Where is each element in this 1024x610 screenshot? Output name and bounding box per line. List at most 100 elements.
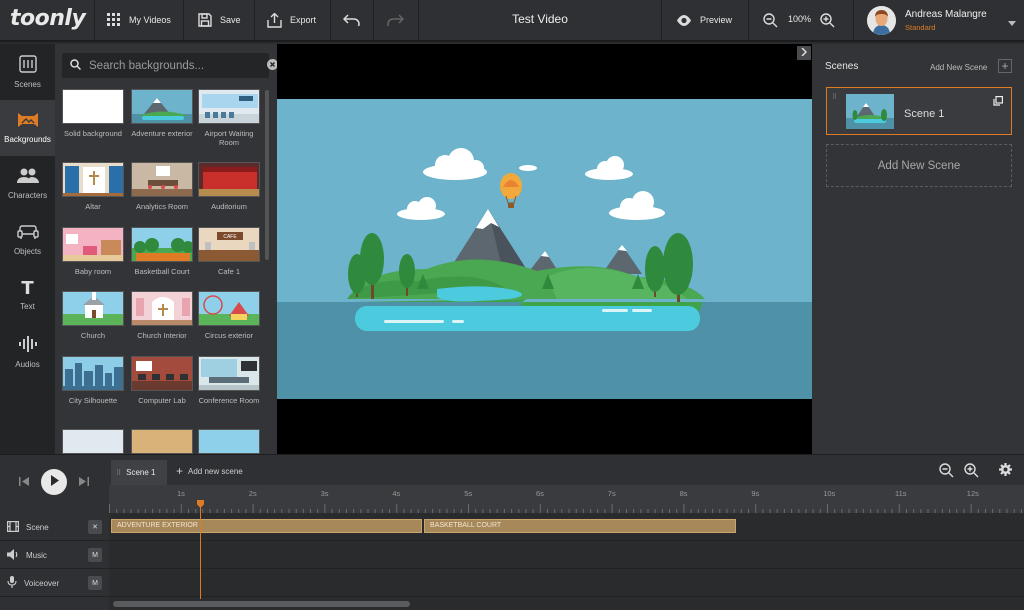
sidebar-item-label: Text <box>20 302 35 311</box>
thumbnail-image <box>62 162 124 197</box>
chevron-down-icon[interactable] <box>1008 17 1016 29</box>
background-thumbnail-city-silhouette[interactable]: City Silhouette <box>60 356 126 405</box>
drag-handle-icon: ⠿ <box>116 469 122 477</box>
mute-button[interactable]: M <box>88 548 102 562</box>
clip-basketball-court[interactable]: BASKETBALL COURT <box>424 519 736 533</box>
add-new-scene-button[interactable]: Add New Scene <box>826 144 1012 187</box>
redo-button[interactable] <box>387 0 404 40</box>
background-thumbnail-partial[interactable] <box>198 429 260 454</box>
tick-label: 1s <box>177 489 185 498</box>
zoom-out-icon[interactable] <box>939 463 954 481</box>
background-thumbnail-partial[interactable] <box>131 429 193 454</box>
export-button[interactable]: Export <box>267 0 316 40</box>
avatar[interactable] <box>867 6 896 35</box>
film-icon <box>7 520 20 534</box>
panel-scrollbar[interactable] <box>265 90 269 260</box>
sidebar-item-audios[interactable]: Audios <box>0 324 55 380</box>
background-thumbnail-analytics-room[interactable]: Analytics Room <box>129 162 195 211</box>
timeline-scrollbar[interactable] <box>113 601 410 607</box>
my-videos-button[interactable]: My Videos <box>107 0 171 40</box>
clip-adventure-exterior[interactable]: ADVENTURE EXTERIOR <box>111 519 422 533</box>
speaker-icon <box>7 548 19 562</box>
undo-button[interactable] <box>343 0 360 40</box>
search-box[interactable] <box>62 53 278 78</box>
search-input[interactable] <box>89 59 239 72</box>
add-new-scene-link[interactable]: Add New Scene <box>930 63 987 72</box>
background-thumbnail-church[interactable]: Church <box>60 291 126 340</box>
gear-icon[interactable] <box>999 463 1012 479</box>
my-videos-label: My Videos <box>129 15 171 25</box>
panel-toggle-button[interactable] <box>797 46 811 60</box>
background-thumbnail-basketball-court[interactable]: Basketball Court <box>129 227 195 276</box>
tick-label: 5s <box>464 489 473 498</box>
zoom-out-button[interactable] <box>763 0 778 40</box>
thumbnail-label: Solid background <box>64 129 122 138</box>
background-thumbnail-partial[interactable] <box>62 429 124 454</box>
tick-label: 7s <box>607 489 616 498</box>
background-thumbnail-circus-exterior[interactable]: Circus exterior <box>196 291 262 340</box>
plus-icon[interactable]: + <box>998 59 1012 73</box>
background-thumbnail-church-interior[interactable]: Church Interior <box>129 291 195 340</box>
scenes-icon <box>18 55 37 75</box>
mute-button[interactable]: M <box>88 576 102 590</box>
add-new-scene-tab[interactable]: + Add new scene <box>176 464 243 478</box>
thumbnail-label: Conference Room <box>198 396 260 405</box>
play-button[interactable] <box>41 469 67 495</box>
track-name: Voiceover <box>24 578 60 588</box>
background-thumbnail-altar[interactable]: Altar <box>60 162 126 211</box>
playhead[interactable] <box>200 501 201 599</box>
sidebar-item-backgrounds[interactable]: Backgrounds <box>0 100 55 156</box>
tick-label: 10s <box>823 489 836 498</box>
preview-label: Preview <box>700 15 733 25</box>
zoom-in-icon[interactable] <box>964 463 979 481</box>
background-thumbnail-cafe-1[interactable]: CAFE Cafe 1 <box>196 227 262 276</box>
tick-label: 12s <box>966 489 979 498</box>
scenes-panel: Scenes Add New Scene + ⠿ Scene 1 Add New… <box>812 44 1024 454</box>
thumbnail-image <box>198 162 260 197</box>
skip-forward-icon[interactable] <box>78 477 89 489</box>
grid-icon <box>107 13 121 27</box>
export-icon <box>267 12 282 28</box>
sidebar-item-scenes[interactable]: Scenes <box>0 44 55 100</box>
background-thumbnail-auditorium[interactable]: Auditorium <box>196 162 262 211</box>
sidebar-item-label: Scenes <box>14 80 41 89</box>
sidebar-item-label: Audios <box>15 360 40 369</box>
top-toolbar: toonly My Videos Save Export Test Video … <box>0 0 1024 42</box>
plus-icon: + <box>176 464 184 478</box>
duplicate-icon[interactable] <box>993 96 1004 109</box>
export-label: Export <box>290 15 317 25</box>
background-thumbnail-baby-room[interactable]: Baby room <box>60 227 126 276</box>
background-thumbnail-adventure-exterior[interactable]: Adventure exterior <box>129 89 195 138</box>
drag-handle-icon[interactable]: ⠿ <box>832 93 837 101</box>
tick-label: 2s <box>248 489 257 498</box>
skip-back-icon[interactable] <box>19 477 30 489</box>
tab-scene-1[interactable]: ⠿ Scene 1 <box>111 460 167 485</box>
background-thumbnail-computer-lab[interactable]: Computer Lab <box>129 356 195 405</box>
sidebar-item-objects[interactable]: Objects <box>0 212 55 268</box>
preview-button[interactable]: Preview <box>676 0 732 40</box>
save-button[interactable]: Save <box>198 0 241 40</box>
canvas-stage <box>277 44 812 454</box>
save-icon <box>198 13 212 27</box>
time-ruler[interactable] <box>109 485 1024 518</box>
thumbnail-label: Baby room <box>74 267 112 276</box>
save-label: Save <box>220 15 241 25</box>
track-collapse-button[interactable]: ✕ <box>88 520 102 534</box>
scene-thumbnail <box>846 94 894 129</box>
tick-label: 6s <box>536 489 544 498</box>
thumbnail-label: Altar <box>85 202 101 211</box>
sidebar-item-text[interactable]: T Text <box>0 268 55 324</box>
zoom-in-button[interactable] <box>820 0 835 40</box>
project-title[interactable]: Test Video <box>470 12 610 26</box>
app-logo[interactable]: toonly <box>10 6 86 31</box>
eye-icon <box>676 14 692 26</box>
thumbnail-image: CAFE <box>198 227 260 262</box>
background-thumbnail-conference-room[interactable]: Conference Room <box>196 356 262 405</box>
scene-card-label: Scene 1 <box>904 108 945 120</box>
adventure-exterior-scene[interactable] <box>277 99 812 399</box>
background-thumbnail-airport-waiting-room[interactable]: Airport Waiting Room <box>196 89 262 147</box>
scene-card[interactable]: ⠿ Scene 1 <box>826 87 1012 135</box>
zoom-level: 100% <box>788 14 812 24</box>
sidebar-item-characters[interactable]: Characters <box>0 156 55 212</box>
background-thumbnail-solid[interactable]: Solid background <box>60 89 126 138</box>
